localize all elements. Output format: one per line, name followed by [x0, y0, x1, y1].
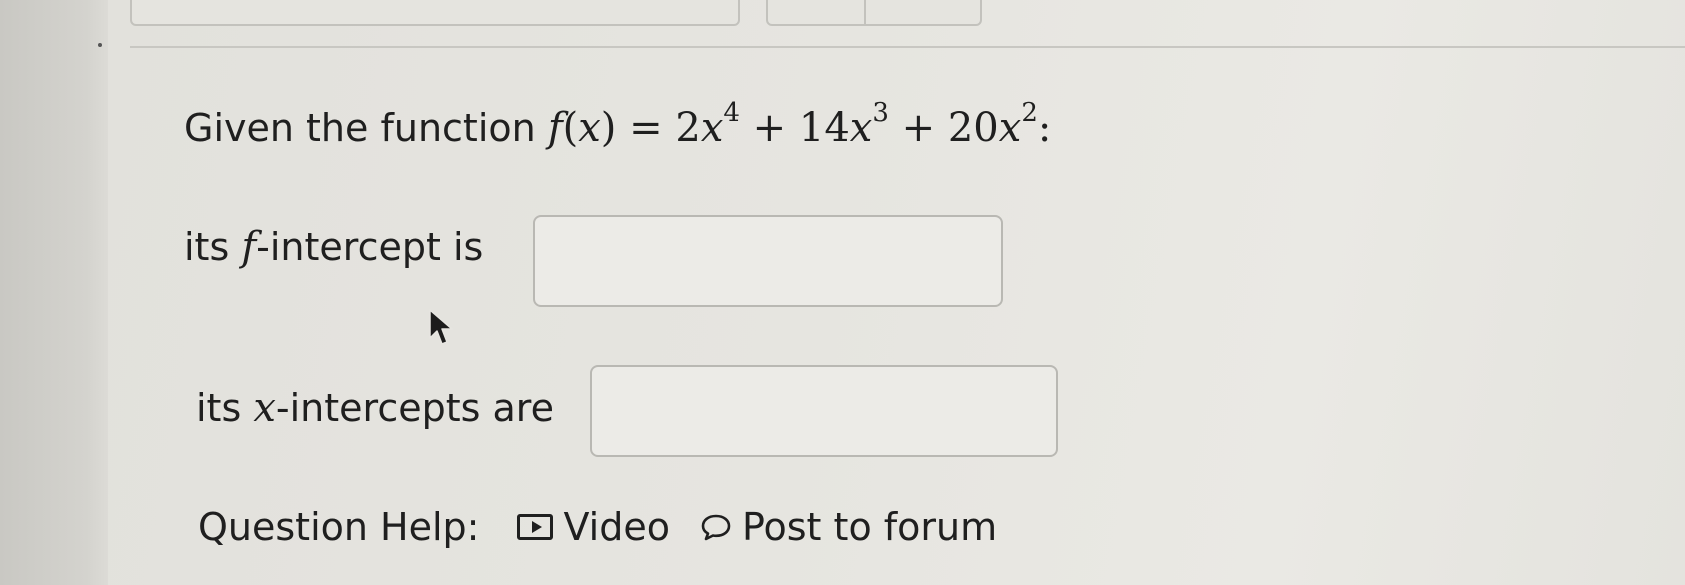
- f-intercept-input[interactable]: [533, 215, 1003, 307]
- term-2: 14x3: [798, 97, 889, 151]
- question-help-label: Question Help:: [198, 505, 480, 549]
- term-1: 2x4: [675, 97, 740, 151]
- x-intercepts-label: its x-intercepts are: [196, 385, 554, 431]
- left-margin: [0, 0, 109, 585]
- video-play-icon[interactable]: [517, 514, 554, 540]
- mouse-pointer-icon: [429, 309, 453, 345]
- top-answer-box-partial[interactable]: [130, 0, 740, 26]
- top-button-group-partial[interactable]: [766, 0, 982, 26]
- plus-sign: +: [901, 105, 936, 151]
- plus-sign: +: [752, 105, 787, 151]
- button-divider: [864, 0, 866, 24]
- colon: :: [1037, 105, 1052, 151]
- question-prompt: Given the function f(x) = 2x4 + 14x3 + 2…: [184, 97, 1052, 151]
- function-expression: f(x) = 2x4 + 14x3 + 20x2:: [547, 97, 1052, 151]
- speech-bubble-icon[interactable]: [700, 513, 732, 541]
- function-lhs: f(x) =: [547, 105, 676, 151]
- x-intercepts-input[interactable]: [590, 365, 1058, 457]
- bullet-dot: [98, 43, 102, 47]
- post-to-forum-link[interactable]: Post to forum: [742, 504, 997, 550]
- section-divider: [130, 46, 1685, 48]
- video-link[interactable]: Video: [563, 504, 669, 550]
- prompt-text: Given the function: [184, 106, 536, 150]
- question-help: Question Help: Video Post to forum: [198, 504, 997, 550]
- term-3: 20x2: [947, 97, 1038, 151]
- f-intercept-label: its f-intercept is: [184, 224, 484, 270]
